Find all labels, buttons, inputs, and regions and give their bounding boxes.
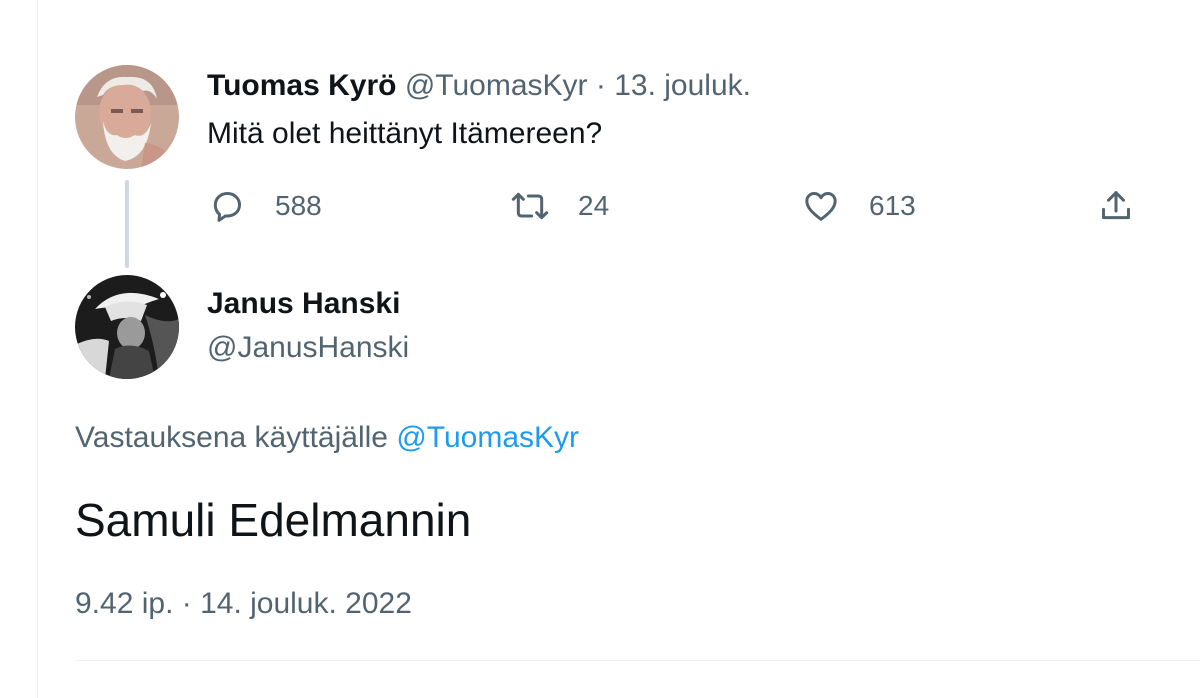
tweet-thread: Tuomas Kyrö @TuomasKyr · 13. jouluk. Mit… xyxy=(0,0,1200,698)
reply-tweet-text: Samuli Edelmannin xyxy=(75,494,472,546)
avatar-tuomas[interactable] xyxy=(75,65,179,169)
like-button[interactable]: 613 xyxy=(801,184,916,228)
divider xyxy=(75,660,1200,661)
reply-timestamp[interactable]: 9.42 ip. · 14. jouluk. 2022 xyxy=(75,584,412,624)
reply-count: 588 xyxy=(275,190,322,221)
replying-to-line: Vastauksena käyttäjälle @TuomasKyr xyxy=(75,418,579,458)
retweet-icon xyxy=(508,186,552,226)
column-border xyxy=(37,0,38,698)
share-button[interactable] xyxy=(1096,184,1136,228)
avatar-janus[interactable] xyxy=(75,275,179,379)
speech-bubble-icon xyxy=(207,186,247,226)
thread-connector-line xyxy=(125,180,129,268)
like-count: 613 xyxy=(869,190,916,221)
share-upload-icon xyxy=(1096,186,1136,226)
author-name[interactable]: Tuomas Kyrö xyxy=(207,69,396,102)
reply-button[interactable]: 588 xyxy=(207,184,322,228)
reply-author-handle[interactable]: @JanusHanski xyxy=(207,328,409,368)
parent-tweet-header: Tuomas Kyrö @TuomasKyr · 13. jouluk. xyxy=(207,66,751,106)
heart-icon xyxy=(801,186,841,226)
parent-tweet-text: Mitä olet heittänyt Itämereen? xyxy=(207,117,603,150)
mention-link[interactable]: @TuomasKyr xyxy=(396,421,579,454)
replying-to-prefix: Vastauksena käyttäjälle xyxy=(75,421,397,454)
reply-author-name[interactable]: Janus Hanski xyxy=(207,284,400,324)
tweet-date[interactable]: 13. jouluk. xyxy=(614,69,751,102)
retweet-button[interactable]: 24 xyxy=(508,184,609,228)
header-separator: · xyxy=(587,69,615,102)
retweet-count: 24 xyxy=(578,190,610,221)
avatar-image xyxy=(75,65,179,169)
author-handle[interactable]: @TuomasKyr xyxy=(405,69,588,102)
avatar-image xyxy=(75,275,179,379)
